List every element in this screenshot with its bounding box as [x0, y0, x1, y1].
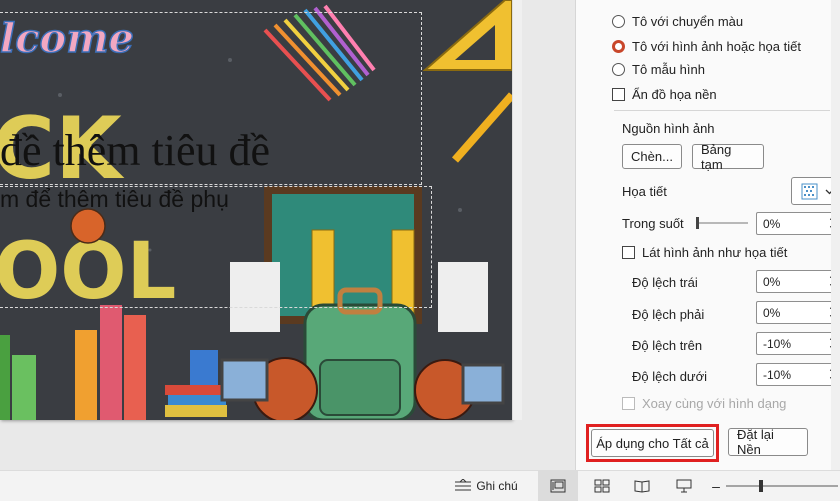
notes-label: Ghi chú: [476, 479, 518, 493]
pattern-fill-option[interactable]: Tô mẫu hình: [612, 62, 705, 77]
offset-bottom-label: Độ lệch dưới: [632, 369, 708, 384]
offset-left-label: Độ lệch trái: [632, 275, 698, 290]
rotate-with-shape-label: Xoay cùng với hình dạng: [642, 396, 787, 411]
normal-view-button[interactable]: [538, 471, 578, 501]
notes-button[interactable]: Ghi chú: [450, 471, 522, 501]
editor-vertical-scrollbar[interactable]: [512, 0, 522, 420]
offset-right-value[interactable]: 0%: [763, 306, 780, 320]
clipboard-button[interactable]: Bảng tạm: [692, 142, 764, 172]
hide-background-option[interactable]: Ẩn đồ họa nền: [612, 87, 717, 102]
zoom-slider-thumb[interactable]: [759, 480, 763, 492]
transparency-slider[interactable]: [696, 215, 748, 231]
zoom-slider[interactable]: [726, 471, 838, 501]
picture-fill-label: Tô với hình ảnh hoặc họa tiết: [632, 39, 801, 54]
zoom-out-icon: –: [712, 478, 720, 494]
pattern-fill-radio[interactable]: [612, 63, 625, 76]
image-source-heading: Nguồn hình ảnh: [622, 121, 715, 136]
slide-sorter-icon: [594, 479, 610, 493]
gradient-fill-label: Tô với chuyển màu: [632, 14, 744, 29]
image-source-label: Nguồn hình ảnh: [622, 121, 715, 136]
offset-top-value[interactable]: -10%: [763, 337, 791, 351]
slideshow-button[interactable]: [664, 471, 704, 501]
zoom-slider-track: [726, 480, 838, 492]
slide-editor: lcome CK OOL đề thêm tiêu đề m để thêm t…: [0, 0, 575, 470]
gradient-fill-option[interactable]: Tô với chuyển màu: [612, 14, 743, 29]
slide-canvas[interactable]: lcome CK OOL đề thêm tiêu đề m để thêm t…: [0, 0, 512, 420]
slide-title-text[interactable]: đề thêm tiêu đề: [0, 125, 270, 176]
tile-option[interactable]: Lát hình ảnh như họa tiết: [622, 245, 787, 260]
pattern-fill-label: Tô mẫu hình: [632, 62, 705, 77]
offset-top-label: Độ lệch trên: [632, 338, 703, 353]
insert-button[interactable]: Chèn...: [622, 144, 682, 169]
offset-top-spinner[interactable]: -10% ▲▼: [756, 332, 840, 355]
slide-sorter-button[interactable]: [582, 471, 622, 501]
texture-label: Họa tiết: [622, 184, 667, 199]
offset-right-row: Độ lệch phải: [632, 307, 704, 322]
pane-vertical-scrollbar[interactable]: [831, 0, 840, 470]
hide-background-label: Ẩn đồ họa nền: [632, 87, 717, 102]
notes-icon: [455, 479, 472, 491]
transparency-spinner[interactable]: 0% ▲▼: [756, 212, 840, 235]
offset-top-row: Độ lệch trên: [632, 338, 702, 353]
texture-row: Họa tiết: [622, 184, 667, 199]
apply-to-all-button[interactable]: Áp dụng cho Tất cả: [591, 429, 714, 457]
transparency-label: Trong suốt: [622, 216, 684, 231]
normal-view-icon: [550, 479, 566, 493]
offset-left-spinner[interactable]: 0% ▲▼: [756, 270, 840, 293]
reading-view-icon: [634, 480, 650, 493]
reading-view-button[interactable]: [622, 471, 662, 501]
tile-checkbox[interactable]: [622, 246, 635, 259]
transparency-row: Trong suốt: [622, 216, 684, 231]
picture-fill-radio[interactable]: [612, 40, 625, 53]
gradient-fill-radio[interactable]: [612, 15, 625, 28]
section-divider: [614, 110, 830, 111]
offset-left-value[interactable]: 0%: [763, 275, 780, 289]
reset-background-button[interactable]: Đặt lại Nền: [728, 427, 808, 457]
offset-bottom-spinner[interactable]: -10% ▲▼: [756, 363, 840, 386]
zoom-out-button[interactable]: –: [708, 471, 724, 501]
rotate-with-shape-option: Xoay cùng với hình dạng: [622, 396, 786, 411]
apply-all-highlight: Áp dụng cho Tất cả: [586, 424, 719, 462]
hide-background-checkbox[interactable]: [612, 88, 625, 101]
offset-right-spinner[interactable]: 0% ▲▼: [756, 301, 840, 324]
tile-label: Lát hình ảnh như họa tiết: [642, 245, 788, 260]
slideshow-icon: [676, 479, 692, 493]
slider-thumb[interactable]: [696, 217, 699, 229]
rotate-with-shape-checkbox: [622, 397, 635, 410]
format-background-pane: Tô với chuyển màu Tô với hình ảnh hoặc h…: [575, 0, 840, 470]
offset-bottom-value[interactable]: -10%: [763, 368, 791, 382]
offset-bottom-row: Độ lệch dưới: [632, 369, 707, 384]
picture-fill-option[interactable]: Tô với hình ảnh hoặc họa tiết: [612, 39, 801, 54]
offset-left-row: Độ lệch trái: [632, 275, 698, 290]
status-bar: Ghi chú –: [0, 470, 840, 501]
transparency-value[interactable]: 0%: [763, 217, 780, 231]
slide-subtitle-text[interactable]: m để thêm tiêu đề phụ: [0, 186, 229, 213]
offset-right-label: Độ lệch phải: [632, 307, 705, 322]
